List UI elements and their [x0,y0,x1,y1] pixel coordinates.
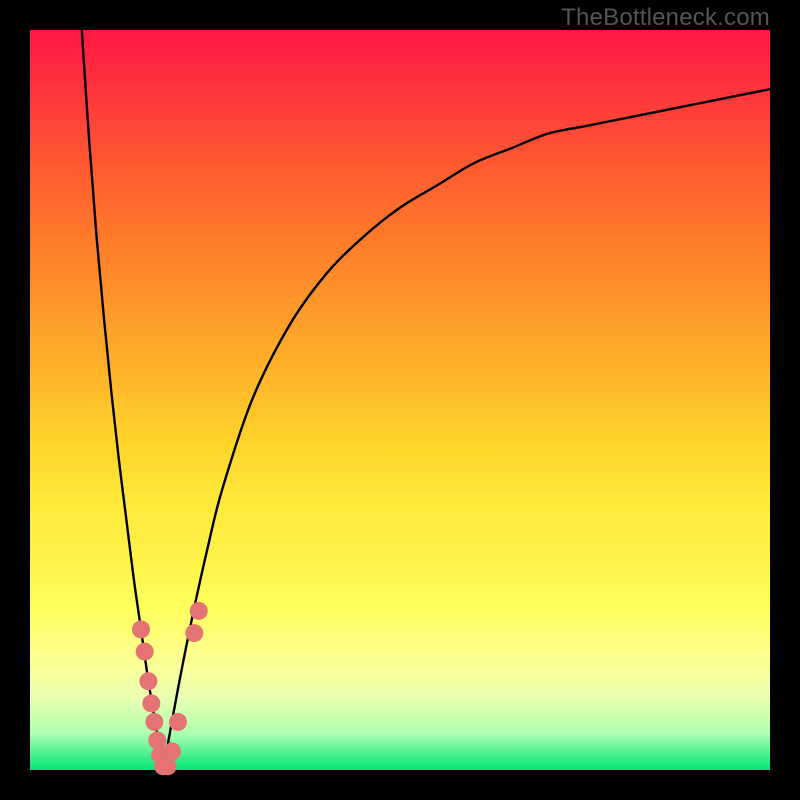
highlight-dot [163,743,181,761]
highlight-markers [132,602,208,775]
highlight-dot [185,624,203,642]
chart-frame: TheBottleneck.com [0,0,800,800]
highlight-dot [132,620,150,638]
highlight-dot [190,602,208,620]
highlight-dot [145,713,163,731]
highlight-dot [142,694,160,712]
curve-left-branch [82,30,163,770]
highlight-dot [169,713,187,731]
curve-segment [163,89,770,770]
curve-segment [82,30,163,770]
highlight-dot [136,643,154,661]
highlight-dot [139,672,157,690]
plot-area [30,30,770,770]
attribution-watermark: TheBottleneck.com [561,4,770,32]
highlight-dot [148,731,166,749]
curve-canvas [30,30,770,770]
curve-right-branch [163,89,770,770]
